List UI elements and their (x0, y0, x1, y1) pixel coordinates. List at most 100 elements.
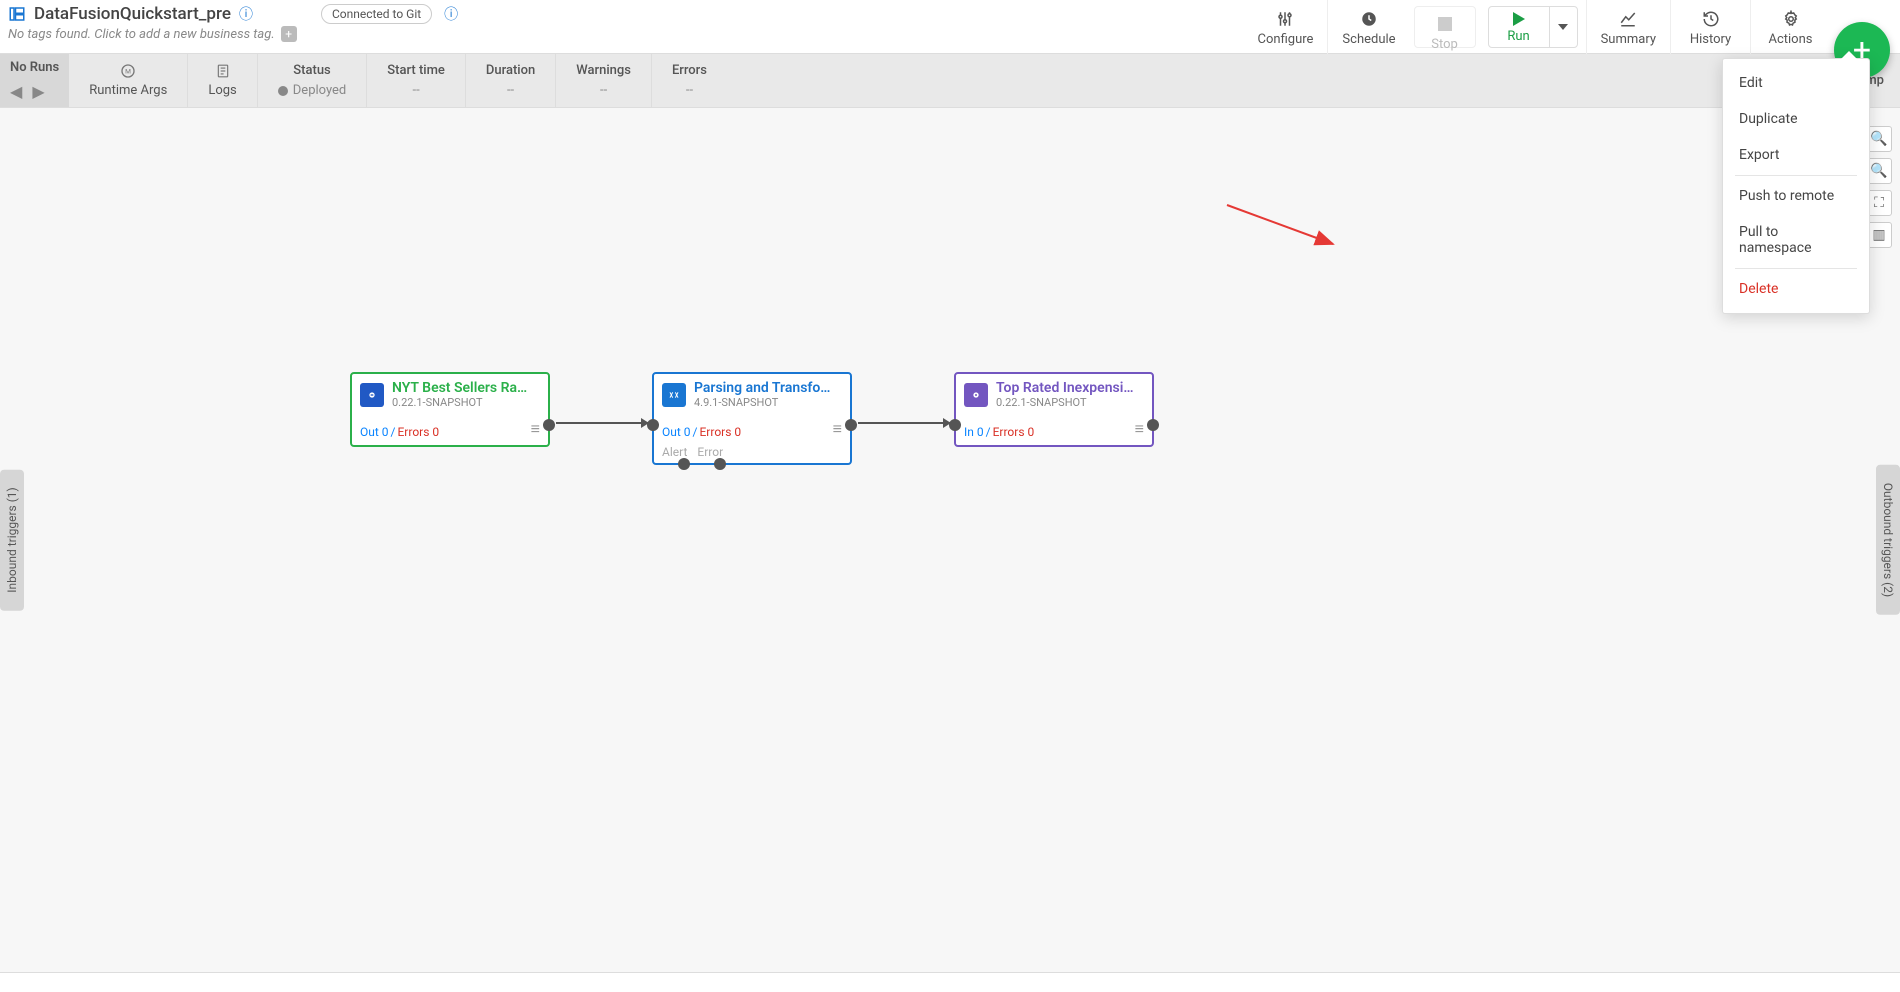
dropdown-caret-icon (1841, 51, 1857, 59)
input-port[interactable] (949, 419, 961, 431)
alert-port[interactable] (678, 458, 690, 470)
node-err-count: Errors 0 (699, 425, 741, 439)
git-status-label: Connected to Git (332, 7, 421, 21)
top-header: DataFusionQuickstart_pre ⓘ Connected to … (0, 0, 1900, 54)
warnings-label: Warnings (576, 61, 631, 81)
node-transform[interactable]: Parsing and Transfo… 4.9.1-SNAPSHOT Out … (652, 372, 852, 465)
run-dropdown-caret[interactable] (1549, 7, 1577, 47)
warnings-value: -- (600, 81, 607, 101)
tags-row: No tags found. Click to add a new busine… (8, 26, 458, 42)
add-tag-button[interactable]: + (281, 26, 297, 42)
info-icon[interactable]: ⓘ (239, 4, 253, 24)
prev-run-button[interactable]: ◀ (10, 82, 22, 101)
error-port[interactable] (714, 458, 726, 470)
clock-icon (1360, 8, 1378, 30)
runtime-args-button[interactable]: M Runtime Args (69, 54, 188, 107)
runtime-args-icon: M (120, 61, 136, 81)
edge-n2-n3 (858, 422, 950, 424)
node-menu-icon[interactable]: ≡ (531, 419, 540, 439)
node-version: 0.22.1-SNAPSHOT (996, 396, 1134, 409)
node-sep: / (693, 425, 698, 439)
menu-export[interactable]: Export (1723, 137, 1869, 173)
node-body: In 0 / Errors 0 ≡ (956, 415, 1152, 445)
node-title: NYT Best Sellers Ra… (392, 380, 527, 396)
toolbar: Configure Schedule Stop Run (1244, 0, 1900, 54)
schedule-button[interactable]: Schedule (1327, 0, 1409, 54)
start-time-value: -- (412, 81, 419, 101)
status-value: Deployed (293, 83, 347, 98)
node-sink[interactable]: Top Rated Inexpensi… 0.22.1-SNAPSHOT In … (954, 372, 1154, 447)
inbound-triggers-tab[interactable]: Inbound triggers (1) (0, 469, 24, 610)
menu-edit[interactable]: Edit (1723, 65, 1869, 101)
summary-button[interactable]: Summary (1586, 0, 1670, 54)
node-alert-label: Alert (662, 445, 687, 459)
columns-icon: ▥ (1872, 227, 1885, 243)
menu-delete[interactable]: Delete (1723, 271, 1869, 307)
output-port[interactable] (1147, 419, 1159, 431)
logs-label: Logs (208, 81, 236, 101)
history-button[interactable]: History (1670, 0, 1750, 54)
sub-header: No Runs ◀ ▶ M Runtime Args Logs Status D… (0, 54, 1900, 108)
title-row: DataFusionQuickstart_pre ⓘ Connected to … (8, 4, 458, 24)
duration-label: Duration (486, 61, 535, 81)
status-metric: Status Deployed (258, 54, 368, 107)
next-run-button[interactable]: ▶ (32, 82, 44, 101)
chart-icon (1619, 8, 1637, 30)
actions-label: Actions (1768, 32, 1812, 47)
edge-n1-n2 (556, 422, 648, 424)
node-menu-icon[interactable]: ≡ (833, 419, 842, 439)
history-label: History (1690, 32, 1731, 47)
logs-button[interactable]: Logs (188, 54, 257, 107)
header-left: DataFusionQuickstart_pre ⓘ Connected to … (0, 0, 466, 46)
gear-icon (1782, 8, 1800, 30)
node-body: Out 0 / Errors 0 ≡ (352, 415, 548, 445)
runtime-args-label: Runtime Args (89, 81, 167, 101)
input-port[interactable] (647, 419, 659, 431)
menu-pull-namespace[interactable]: Pull to namespace (1723, 214, 1869, 266)
errors-metric: Errors -- (652, 54, 727, 107)
stop-wrap: Stop (1414, 6, 1476, 48)
start-time-metric: Start time -- (367, 54, 466, 107)
no-runs-panel: No Runs ◀ ▶ (0, 54, 69, 107)
git-info-icon[interactable]: ⓘ (444, 4, 458, 24)
no-runs-label: No Runs (10, 60, 59, 75)
logs-icon (216, 61, 230, 81)
schedule-label: Schedule (1342, 32, 1395, 47)
errors-value: -- (686, 81, 693, 101)
menu-separator (1735, 175, 1857, 176)
menu-separator (1735, 268, 1857, 269)
node-stats: Out 0 / Errors 0 (662, 425, 741, 439)
pipeline-canvas[interactable]: Inbound triggers (1) Outbound triggers (… (0, 108, 1900, 972)
stop-icon (1438, 13, 1452, 35)
zoom-in-icon: 🔍 (1870, 131, 1887, 147)
actions-button[interactable]: Actions (1750, 0, 1830, 54)
node-version: 4.9.1-SNAPSHOT (694, 396, 830, 409)
warnings-metric: Warnings -- (556, 54, 652, 107)
configure-button[interactable]: Configure (1244, 0, 1328, 54)
node-title: Parsing and Transfo… (694, 380, 830, 396)
node-err-count: Errors 0 (397, 425, 439, 439)
status-dot-icon (278, 86, 288, 96)
node-version: 0.22.1-SNAPSHOT (392, 396, 527, 409)
menu-duplicate[interactable]: Duplicate (1723, 101, 1869, 137)
run-label: Run (1507, 29, 1529, 44)
svg-text:M: M (125, 67, 131, 75)
output-port[interactable] (845, 419, 857, 431)
node-header: Top Rated Inexpensi… 0.22.1-SNAPSHOT (956, 374, 1152, 415)
node-stats: In 0 / Errors 0 (964, 425, 1034, 439)
menu-push-remote[interactable]: Push to remote (1723, 178, 1869, 214)
node-header-text: NYT Best Sellers Ra… 0.22.1-SNAPSHOT (392, 380, 527, 409)
sliders-icon (1276, 8, 1294, 30)
run-button[interactable]: Run (1489, 7, 1549, 47)
node-header-text: Parsing and Transfo… 4.9.1-SNAPSHOT (694, 380, 830, 409)
git-status-pill[interactable]: Connected to Git (321, 4, 432, 24)
pipeline-title: DataFusionQuickstart_pre (34, 4, 231, 24)
node-out-count: Out 0 (360, 425, 389, 439)
outbound-triggers-tab[interactable]: Outbound triggers (2) (1876, 465, 1900, 615)
duration-value: -- (507, 81, 514, 101)
node-source[interactable]: NYT Best Sellers Ra… 0.22.1-SNAPSHOT Out… (350, 372, 550, 447)
duration-metric: Duration -- (466, 54, 556, 107)
output-port[interactable] (543, 419, 555, 431)
node-menu-icon[interactable]: ≡ (1135, 419, 1144, 439)
node-header: Parsing and Transfo… 4.9.1-SNAPSHOT (654, 374, 850, 415)
